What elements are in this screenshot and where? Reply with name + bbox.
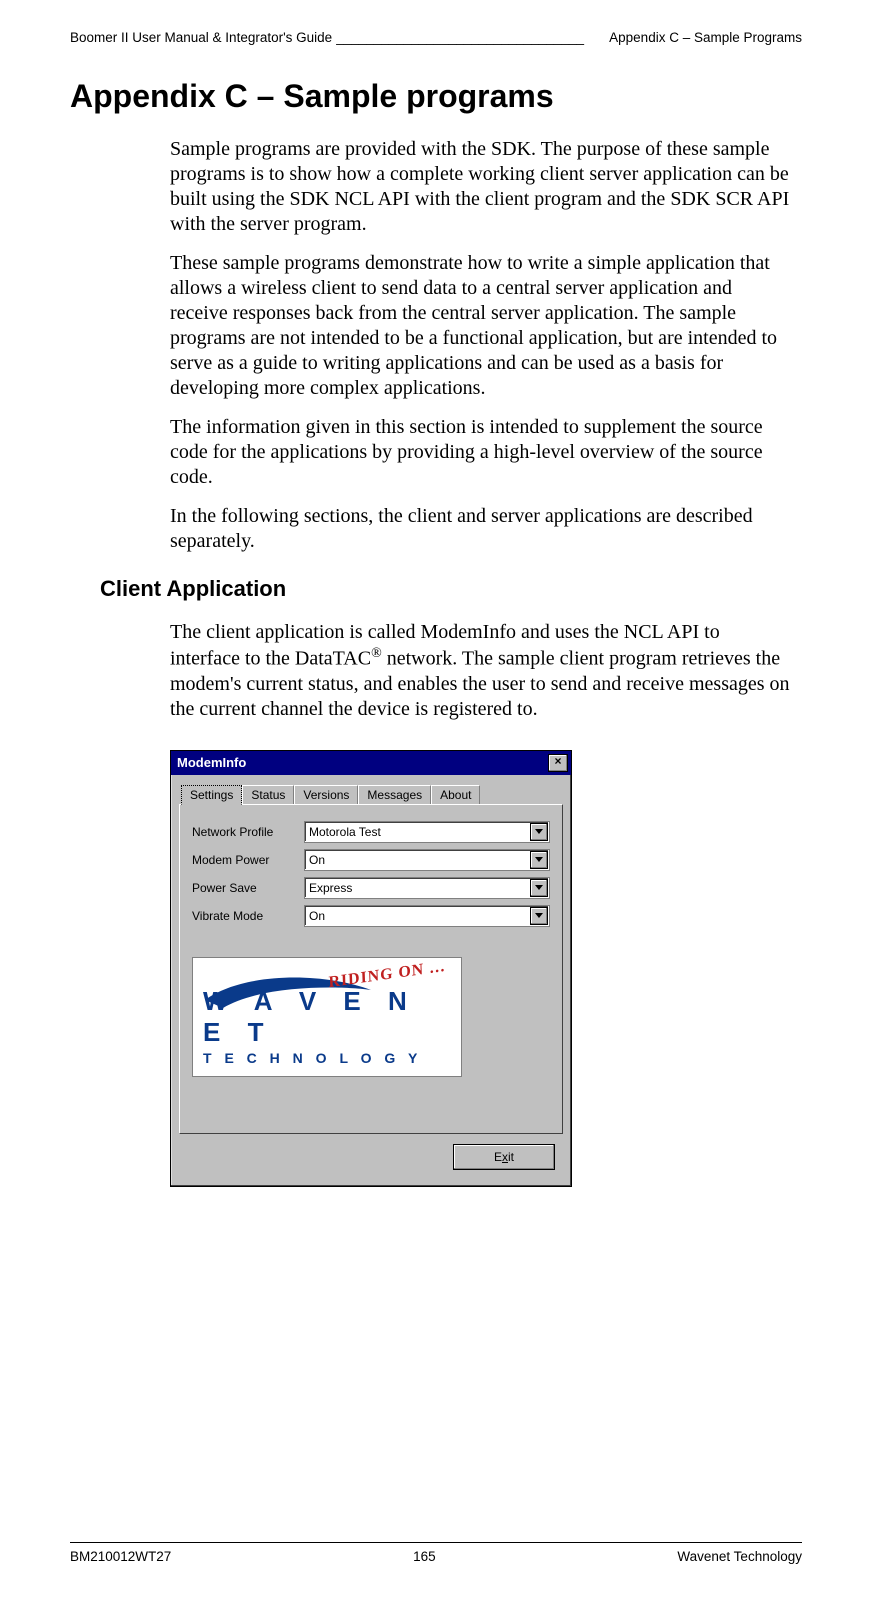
label-vibrate-mode: Vibrate Mode (192, 909, 304, 923)
page: Boomer II User Manual & Integrator's Gui… (0, 0, 872, 1604)
tab-messages[interactable]: Messages (358, 785, 431, 804)
para-4: In the following sections, the client an… (170, 504, 792, 554)
combo-modem-power[interactable]: On (304, 849, 550, 871)
chevron-down-icon[interactable] (530, 907, 548, 925)
title-bar: ModemInfo × (171, 751, 571, 775)
tab-panel-settings: Network Profile Motorola Test Modem Powe… (179, 804, 563, 1134)
footer-right: Wavenet Technology (677, 1549, 802, 1564)
close-button[interactable]: × (548, 754, 568, 772)
exit-pre: E (494, 1150, 502, 1164)
label-modem-power: Modem Power (192, 853, 304, 867)
chevron-down-icon[interactable] (530, 823, 548, 841)
para-1: Sample programs are provided with the SD… (170, 137, 792, 237)
footer-center: 165 (413, 1549, 436, 1564)
header-separator: _________________________________ (336, 30, 605, 46)
combo-vibrate-mode-value: On (305, 909, 529, 923)
window-title: ModemInfo (177, 755, 548, 770)
row-vibrate-mode: Vibrate Mode On (192, 905, 550, 927)
tab-versions[interactable]: Versions (294, 785, 358, 804)
combo-power-save-value: Express (305, 881, 529, 895)
button-bar: Exit (179, 1134, 563, 1178)
body-text: Sample programs are provided with the SD… (170, 137, 792, 554)
wavenet-logo: RIDING ON … W A V E N E T T E C H N O L … (192, 957, 462, 1077)
combo-power-save[interactable]: Express (304, 877, 550, 899)
logo-tech: T E C H N O L O G Y (203, 1050, 451, 1066)
window-client-area: Settings Status Versions Messages About … (171, 775, 571, 1186)
tab-settings[interactable]: Settings (181, 785, 242, 805)
tab-strip: Settings Status Versions Messages About (181, 785, 563, 804)
row-modem-power: Modem Power On (192, 849, 550, 871)
combo-vibrate-mode[interactable]: On (304, 905, 550, 927)
combo-modem-power-value: On (305, 853, 529, 867)
client-app-para: The client application is called ModemIn… (170, 620, 792, 722)
footer-left: BM210012WT27 (70, 1549, 171, 1564)
label-network-profile: Network Profile (192, 825, 304, 839)
para-2: These sample programs demonstrate how to… (170, 251, 792, 401)
exit-post: it (508, 1150, 514, 1164)
registered-mark: ® (371, 646, 382, 661)
para-client: The client application is called ModemIn… (170, 620, 792, 722)
para-3: The information given in this section is… (170, 415, 792, 490)
header-doc-title: Boomer II User Manual & Integrator's Gui… (70, 30, 332, 45)
header-section: Appendix C – Sample Programs (609, 30, 802, 45)
chevron-down-icon[interactable] (530, 851, 548, 869)
page-footer: BM210012WT27 165 Wavenet Technology (70, 1542, 802, 1564)
section-heading-client-application: Client Application (100, 576, 802, 602)
page-title: Appendix C – Sample programs (70, 78, 802, 115)
row-network-profile: Network Profile Motorola Test (192, 821, 550, 843)
running-header: Boomer II User Manual & Integrator's Gui… (70, 30, 802, 46)
combo-network-profile-value: Motorola Test (305, 825, 529, 839)
screenshot-modeminfo: ModemInfo × Settings Status Versions Mes… (170, 750, 802, 1187)
tab-status[interactable]: Status (242, 785, 294, 804)
row-power-save: Power Save Express (192, 877, 550, 899)
exit-button[interactable]: Exit (453, 1144, 555, 1170)
combo-network-profile[interactable]: Motorola Test (304, 821, 550, 843)
chevron-down-icon[interactable] (530, 879, 548, 897)
tab-about[interactable]: About (431, 785, 480, 804)
label-power-save: Power Save (192, 881, 304, 895)
window: ModemInfo × Settings Status Versions Mes… (170, 750, 572, 1187)
